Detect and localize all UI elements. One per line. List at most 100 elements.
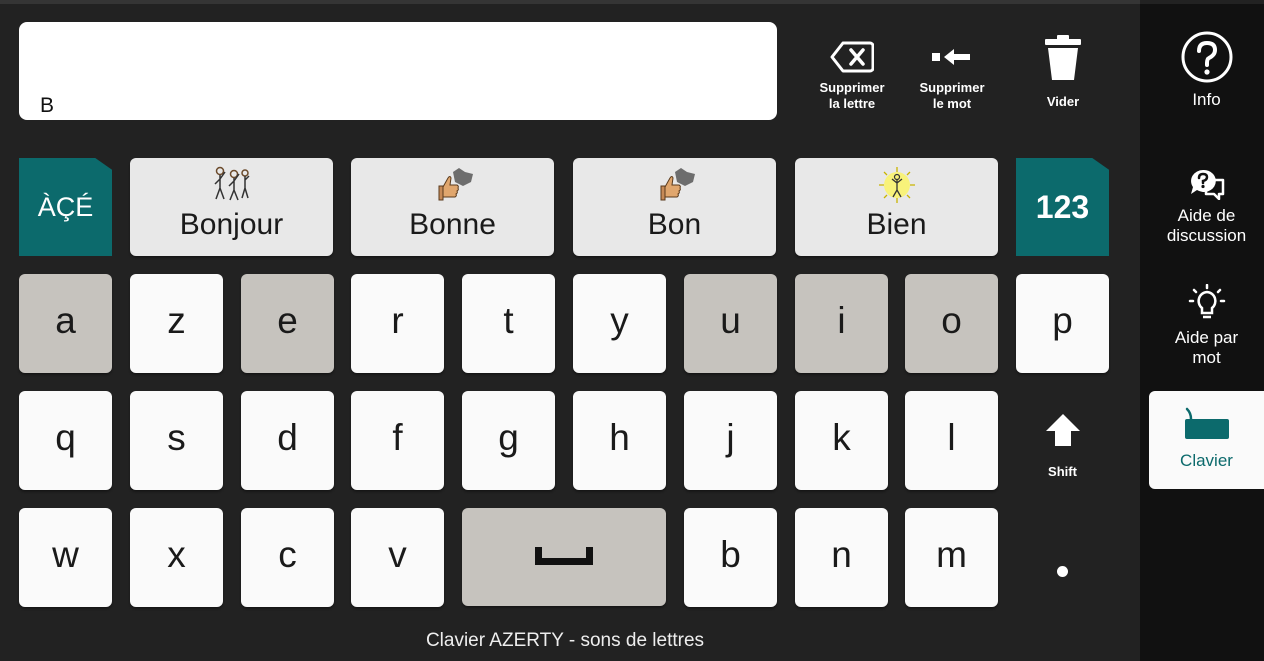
delete-letter-button[interactable]: Supprimer la lettre (805, 30, 899, 120)
help-circle-icon (1149, 30, 1264, 84)
sidebar-item-word-help[interactable]: Aide par mot (1149, 284, 1264, 368)
key-o[interactable]: o (905, 274, 998, 373)
key-m-label: m (936, 533, 967, 575)
shift-button[interactable]: Shift (1016, 400, 1109, 490)
key-p-label: p (1052, 299, 1073, 341)
message-input[interactable]: B (19, 22, 777, 120)
key-g[interactable]: g (462, 391, 555, 490)
key-y[interactable]: y (573, 274, 666, 373)
delete-letter-label-1: Supprimer (819, 80, 885, 95)
trash-icon (1016, 32, 1110, 84)
thumbs-up-icon (573, 166, 776, 202)
key-g-label: g (498, 416, 519, 458)
key-j[interactable]: j (684, 391, 777, 490)
key-a[interactable]: a (19, 274, 112, 373)
prediction-bonjour-label: Bonjour (179, 208, 284, 241)
key-q-label: q (55, 416, 76, 458)
key-u[interactable]: u (684, 274, 777, 373)
key-h-label: h (609, 416, 630, 458)
accents-key[interactable]: ÀÇÉ (19, 158, 112, 256)
shift-arrow-icon (1046, 414, 1080, 446)
key-t-label: t (503, 299, 514, 341)
period-key[interactable] (1057, 566, 1068, 577)
shift-label: Shift (1048, 464, 1077, 479)
key-e[interactable]: e (241, 274, 334, 373)
thumbs-up-icon (351, 166, 554, 202)
delete-word-label-1: Supprimer (919, 80, 985, 95)
prediction-bonne[interactable]: Bonne (351, 158, 554, 256)
lightbulb-icon (1149, 284, 1264, 322)
sidebar-discussion-label-1: Aide de (1177, 206, 1236, 225)
sidebar-discussion-label-2: discussion (1166, 226, 1247, 245)
key-j-label: j (726, 416, 735, 458)
key-l-label: l (947, 416, 956, 458)
prediction-bonne-label: Bonne (409, 208, 496, 241)
key-c[interactable]: c (241, 508, 334, 607)
key-f[interactable]: f (351, 391, 444, 490)
backspace-icon (805, 36, 899, 78)
space-key[interactable] (462, 508, 666, 606)
key-d-label: d (277, 416, 298, 458)
prediction-bon[interactable]: Bon (573, 158, 776, 256)
sidebar: Info Aide de discussion Aide par mot Cla… (1140, 4, 1264, 661)
greeting-people-icon (130, 166, 333, 202)
prediction-bien[interactable]: Bien (795, 158, 998, 256)
key-l[interactable]: l (905, 391, 998, 490)
message-text: B (40, 94, 55, 117)
sidebar-word-help-label-2: mot (1192, 348, 1221, 367)
prediction-bonjour[interactable]: Bonjour (130, 158, 333, 256)
key-o-label: o (941, 299, 962, 341)
delete-word-icon (905, 36, 999, 78)
delete-letter-label-2: la lettre (828, 96, 876, 111)
numbers-key-label: 123 (1035, 188, 1090, 225)
prediction-bon-label: Bon (647, 208, 702, 241)
key-d[interactable]: d (241, 391, 334, 490)
key-x[interactable]: x (130, 508, 223, 607)
sidebar-word-help-label-1: Aide par (1174, 328, 1239, 347)
top-border (0, 0, 1140, 4)
keyboard-icon (1149, 391, 1264, 441)
delete-word-button[interactable]: Supprimer le mot (905, 30, 999, 120)
delete-word-label-2: le mot (932, 96, 972, 111)
clear-label: Vider (1046, 94, 1080, 109)
key-s-label: s (167, 416, 186, 458)
key-v-label: v (388, 533, 407, 575)
space-bar-icon (535, 547, 593, 565)
key-f-label: f (392, 416, 403, 458)
key-t[interactable]: t (462, 274, 555, 373)
key-i-label: i (837, 299, 846, 341)
key-r-label: r (391, 299, 404, 341)
key-n[interactable]: n (795, 508, 888, 607)
key-x-label: x (167, 533, 186, 575)
clear-button[interactable]: Vider (1016, 30, 1110, 120)
sun-person-icon (795, 166, 998, 203)
key-a-label: a (55, 299, 76, 341)
prediction-bien-label: Bien (866, 208, 927, 241)
key-h[interactable]: h (573, 391, 666, 490)
key-n-label: n (831, 533, 852, 575)
numbers-key[interactable]: 123 (1016, 158, 1109, 256)
keyboard-caption: Clavier AZERTY - sons de lettres (425, 630, 705, 651)
key-k-label: k (832, 416, 851, 458)
key-z-label: z (167, 299, 186, 341)
accents-key-label: ÀÇÉ (37, 191, 94, 222)
key-k[interactable]: k (795, 391, 888, 490)
key-u-label: u (720, 299, 741, 341)
key-i[interactable]: i (795, 274, 888, 373)
key-z[interactable]: z (130, 274, 223, 373)
key-w-label: w (52, 533, 79, 575)
key-p[interactable]: p (1016, 274, 1109, 373)
sidebar-info-label: Info (1192, 90, 1221, 109)
key-v[interactable]: v (351, 508, 444, 607)
sidebar-item-keyboard[interactable]: Clavier (1149, 391, 1264, 489)
sidebar-keyboard-label: Clavier (1180, 451, 1233, 470)
key-w[interactable]: w (19, 508, 112, 607)
key-s[interactable]: s (130, 391, 223, 490)
key-q[interactable]: q (19, 391, 112, 490)
key-r[interactable]: r (351, 274, 444, 373)
sidebar-item-info[interactable]: Info (1149, 30, 1264, 110)
key-c-label: c (278, 533, 297, 575)
key-m[interactable]: m (905, 508, 998, 607)
sidebar-item-discussion-help[interactable]: Aide de discussion (1149, 168, 1264, 246)
key-b[interactable]: b (684, 508, 777, 607)
